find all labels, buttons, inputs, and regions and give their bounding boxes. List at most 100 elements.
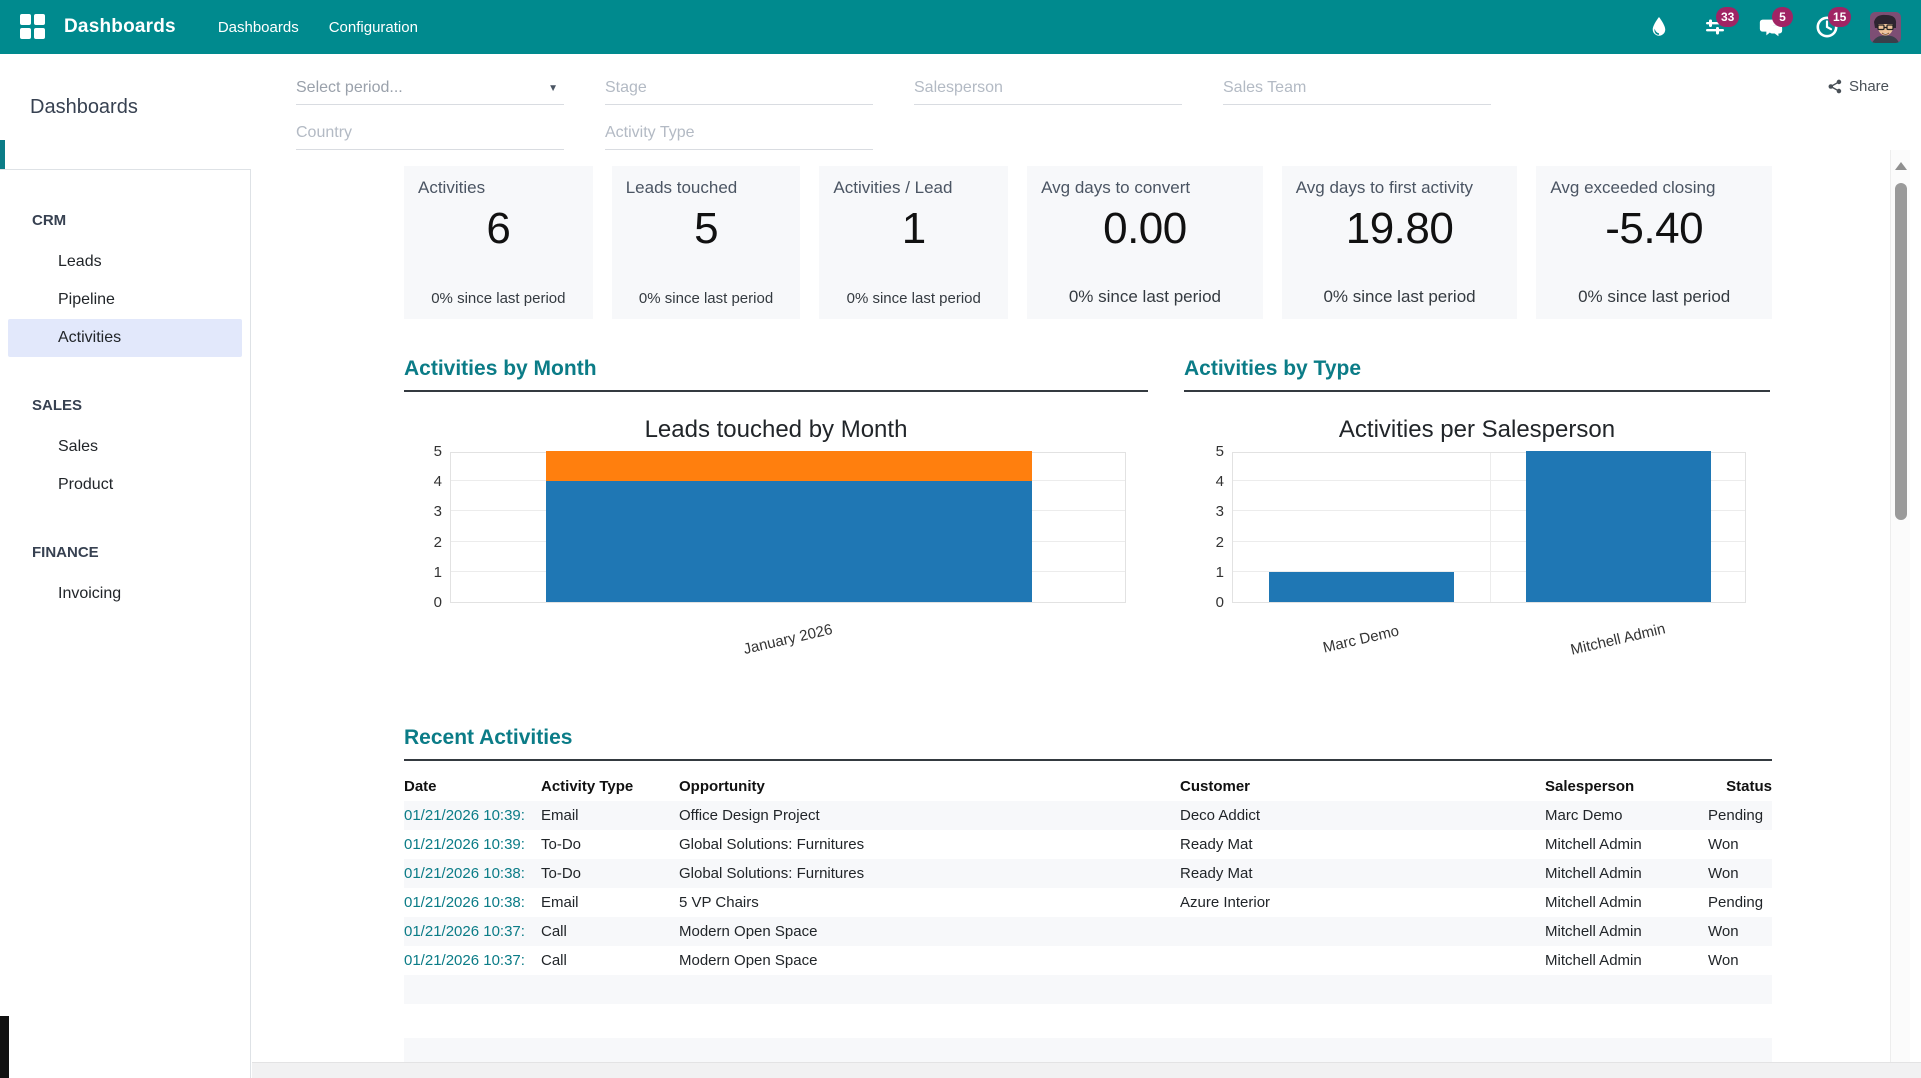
chevron-down-icon: ▼	[548, 83, 558, 94]
table-cell: Marc Demo	[1545, 807, 1708, 824]
navbar-right: 33 5 15	[1646, 12, 1901, 43]
section-heading: Activities by Type	[1184, 357, 1770, 392]
droplet-icon[interactable]	[1646, 14, 1672, 40]
table-cell: Ready Mat	[1180, 836, 1545, 853]
filter-select-period[interactable]: Select period... ▼	[296, 72, 564, 105]
filter-salesperson[interactable]: Salesperson	[914, 72, 1182, 105]
kpi-value: 0.00	[1027, 204, 1263, 254]
kpi-delta: 0% since last period	[404, 290, 593, 307]
filter-country[interactable]: Country	[296, 117, 564, 150]
scrollbar-thumb[interactable]	[1895, 183, 1907, 520]
cell-date-link[interactable]: 01/21/2026 10:39:	[404, 836, 541, 853]
chat-icon[interactable]: 5	[1758, 14, 1784, 40]
kpi-label: Activities	[404, 166, 593, 198]
plot-box	[450, 452, 1126, 603]
kpi-card-4: Avg days to convert0.000% since last per…	[1027, 166, 1263, 319]
table-cell: Global Solutions: Furnitures	[679, 836, 1180, 853]
sidebar-item-product[interactable]: Product	[8, 466, 242, 504]
filter-activity-type[interactable]: Activity Type	[605, 117, 873, 150]
filter-sales-team[interactable]: Sales Team	[1223, 72, 1491, 105]
kpi-value: -5.40	[1536, 204, 1772, 254]
filter-placeholder: Stage	[605, 79, 647, 97]
table-cell: Mitchell Admin	[1545, 923, 1708, 940]
clock-icon[interactable]: 15	[1814, 14, 1840, 40]
navbar-menu: Dashboards Configuration	[206, 11, 430, 44]
y-axis-tick: 4	[408, 473, 442, 490]
table-cell: Mitchell Admin	[1545, 865, 1708, 882]
filter-placeholder: Sales Team	[1223, 79, 1306, 97]
table-cell: To-Do	[541, 836, 679, 853]
table-row[interactable]: 01/21/2026 10:37:CallModern Open SpaceMi…	[404, 946, 1772, 975]
cell-date-link[interactable]: 01/21/2026 10:38:	[404, 894, 541, 911]
sliders-icon[interactable]: 33	[1702, 14, 1728, 40]
horizontal-scrollbar[interactable]	[252, 1062, 1921, 1078]
apps-grid-icon[interactable]	[20, 14, 46, 40]
sidebar-section-title: CRM	[32, 212, 250, 229]
section-activities-by-type: Activities by Type Activities per Salesp…	[1184, 357, 1770, 664]
plot-box	[1232, 452, 1746, 603]
kpi-delta: 0% since last period	[819, 290, 1008, 307]
clock-badge: 15	[1828, 7, 1851, 27]
page-title: Dashboards	[30, 96, 138, 119]
kpi-value: 5	[612, 204, 801, 254]
sidebar-item-activities[interactable]: Activities	[8, 319, 242, 357]
app-title: Dashboards	[64, 16, 176, 38]
table-row[interactable]: 01/21/2026 10:39:To-DoGlobal Solutions: …	[404, 830, 1772, 859]
sliders-badge: 33	[1716, 7, 1739, 27]
sidebar-item-leads[interactable]: Leads	[8, 243, 242, 281]
vertical-scrollbar[interactable]	[1890, 150, 1910, 1062]
filter-placeholder: Salesperson	[914, 79, 1003, 97]
sidebar-item-pipeline[interactable]: Pipeline	[8, 281, 242, 319]
x-axis-label: January 2026	[742, 621, 834, 658]
kpi-label: Avg days to convert	[1027, 166, 1263, 198]
column-header-activity-type: Activity Type	[541, 778, 679, 795]
table-row[interactable]: 01/21/2026 10:38:To-DoGlobal Solutions: …	[404, 859, 1772, 888]
share-label: Share	[1849, 78, 1889, 95]
table-bottom-gap	[404, 1004, 1772, 1038]
cell-date-link[interactable]: 01/21/2026 10:38:	[404, 865, 541, 882]
y-axis-tick: 1	[408, 564, 442, 581]
dashboard-sidebar: CRMLeadsPipelineActivitiesSALESSalesProd…	[0, 169, 251, 1078]
kpi-label: Activities / Lead	[819, 166, 1008, 198]
filter-bar: Select period... ▼ Stage Salesperson Sales T…	[296, 72, 1491, 150]
column-header-status: Status	[1708, 778, 1772, 795]
y-axis-tick: 0	[1190, 594, 1224, 611]
table-row[interactable]: 01/21/2026 10:39:EmailOffice Design Proj…	[404, 801, 1772, 830]
chart-title: Activities per Salesperson	[1184, 416, 1770, 444]
menu-item-configuration[interactable]: Configuration	[317, 11, 430, 44]
kpi-delta: 0% since last period	[1536, 287, 1772, 307]
y-axis-tick: 3	[408, 503, 442, 520]
recent-activities-heading: Recent Activities	[404, 726, 1772, 761]
sidebar-item-sales[interactable]: Sales	[8, 428, 242, 466]
kpi-value: 19.80	[1282, 204, 1518, 254]
filter-stage[interactable]: Stage	[605, 72, 873, 105]
table-cell: Pending	[1708, 894, 1772, 911]
table-row[interactable]: 01/21/2026 10:37:CallModern Open SpaceMi…	[404, 917, 1772, 946]
scroll-up-arrow[interactable]	[1895, 162, 1907, 170]
table-cell: 5 VP Chairs	[679, 894, 1180, 911]
bar-january-2026	[546, 451, 1033, 481]
menu-item-dashboards[interactable]: Dashboards	[206, 11, 311, 44]
table-row[interactable]: 01/21/2026 10:38:Email5 VP ChairsAzure I…	[404, 888, 1772, 917]
user-avatar[interactable]	[1870, 12, 1901, 43]
table-cell: Email	[541, 894, 679, 911]
y-axis-tick: 1	[1190, 564, 1224, 581]
filter-placeholder: Select period...	[296, 79, 403, 97]
table-cell: Pending	[1708, 807, 1772, 824]
sidebar-item-invoicing[interactable]: Invoicing	[8, 575, 242, 613]
table-cell: Email	[541, 807, 679, 824]
x-axis-label: Mitchell Admin	[1568, 620, 1666, 658]
filter-placeholder: Activity Type	[605, 124, 695, 142]
cell-date-link[interactable]: 01/21/2026 10:37:	[404, 952, 541, 969]
kpi-value: 6	[404, 204, 593, 254]
cell-date-link[interactable]: 01/21/2026 10:37:	[404, 923, 541, 940]
section-heading: Activities by Month	[404, 357, 1148, 392]
cell-date-link[interactable]: 01/21/2026 10:39:	[404, 807, 541, 824]
share-button[interactable]: Share	[1828, 78, 1889, 95]
table-cell: Won	[1708, 923, 1772, 940]
chart-title: Leads touched by Month	[404, 416, 1148, 444]
table-cell: Azure Interior	[1180, 894, 1545, 911]
table-cell: To-Do	[541, 865, 679, 882]
table-cell: Won	[1708, 865, 1772, 882]
kpi-label: Avg exceeded closing	[1536, 166, 1772, 198]
